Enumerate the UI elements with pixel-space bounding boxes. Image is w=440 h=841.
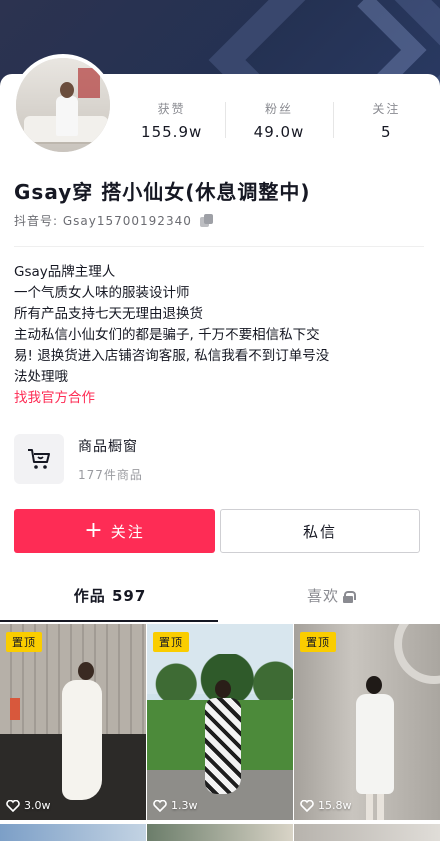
avatar[interactable] bbox=[12, 54, 114, 156]
bio-line: 一个气质女人味的服装设计师 bbox=[14, 285, 190, 301]
shop-title: 商品橱窗 bbox=[78, 438, 138, 455]
divider bbox=[14, 246, 424, 247]
follow-label: 关注 bbox=[110, 522, 145, 541]
shopping-cart-icon bbox=[14, 434, 64, 484]
shop-subtitle: 177件商品 bbox=[78, 467, 143, 482]
bio-line: 主动私信小仙女们的都是骗子, 千万不要相信私下交 bbox=[14, 327, 320, 343]
stat-value: 155.9w bbox=[141, 123, 203, 141]
stat-label: 粉丝 bbox=[264, 102, 293, 116]
heart-icon bbox=[300, 799, 314, 812]
profile-tabs: 作品 597 喜欢 bbox=[0, 574, 440, 622]
plus-icon: + bbox=[84, 518, 105, 543]
video-likes: 3.0w bbox=[6, 799, 51, 812]
tab-works-label: 作品 597 bbox=[73, 587, 147, 605]
pinned-badge: 置顶 bbox=[300, 632, 336, 652]
profile-page: 获赞 155.9w 粉丝 49.0w 关注 5 Gsay穿 搭小仙女(休息调整中… bbox=[0, 0, 440, 841]
video-tile-partial[interactable] bbox=[0, 824, 146, 841]
video-likes: 15.8w bbox=[300, 799, 352, 812]
shop-window[interactable]: 商品橱窗 177件商品 bbox=[14, 432, 314, 486]
douyin-id: 抖音号: Gsay15700192340 bbox=[14, 214, 192, 228]
douyin-id-row: 抖音号: Gsay15700192340 bbox=[14, 212, 214, 229]
tab-likes[interactable]: 喜欢 bbox=[220, 574, 440, 622]
likes-count: 1.3w bbox=[171, 799, 198, 812]
stat-value: 5 bbox=[381, 123, 392, 141]
video-thumbnail bbox=[0, 624, 146, 820]
follow-button[interactable]: + 关注 bbox=[14, 509, 215, 553]
profile-stats: 获赞 155.9w 粉丝 49.0w 关注 5 bbox=[118, 100, 440, 141]
video-grid: 置顶 3.0w 置顶 1.3w 置顶 15.8w bbox=[0, 624, 440, 841]
video-thumbnail bbox=[294, 624, 440, 820]
video-likes: 1.3w bbox=[153, 799, 198, 812]
message-button[interactable]: 私信 bbox=[220, 509, 420, 553]
video-tile[interactable]: 置顶 3.0w bbox=[0, 624, 146, 820]
stat-followers[interactable]: 粉丝 49.0w bbox=[225, 100, 332, 141]
cooperation-link[interactable]: 找我官方合作 bbox=[14, 388, 424, 409]
tab-likes-label: 喜欢 bbox=[306, 587, 339, 605]
stat-likes[interactable]: 获赞 155.9w bbox=[118, 100, 225, 141]
lock-icon bbox=[343, 590, 356, 603]
profile-name: Gsay穿 搭小仙女(休息调整中) bbox=[14, 180, 311, 204]
stat-value: 49.0w bbox=[253, 123, 305, 141]
bio-line: 所有产品支持七天无理由退换货 bbox=[14, 306, 203, 322]
stat-label: 获赞 bbox=[157, 102, 186, 116]
video-tile-partial[interactable] bbox=[147, 824, 293, 841]
likes-count: 15.8w bbox=[318, 799, 352, 812]
heart-icon bbox=[6, 799, 20, 812]
pinned-badge: 置顶 bbox=[153, 632, 189, 652]
video-tile-partial[interactable] bbox=[294, 824, 440, 841]
video-tile[interactable]: 置顶 15.8w bbox=[294, 624, 440, 820]
bio-line: Gsay品牌主理人 bbox=[14, 264, 116, 280]
copy-icon[interactable] bbox=[199, 213, 214, 228]
likes-count: 3.0w bbox=[24, 799, 51, 812]
video-thumbnail bbox=[147, 624, 293, 820]
tab-works[interactable]: 作品 597 bbox=[0, 574, 220, 622]
video-tile[interactable]: 置顶 1.3w bbox=[147, 624, 293, 820]
pinned-badge: 置顶 bbox=[6, 632, 42, 652]
active-tab-indicator bbox=[0, 620, 218, 622]
bio-line: 法处理哦 bbox=[14, 369, 68, 385]
stat-following[interactable]: 关注 5 bbox=[332, 100, 440, 141]
bio: Gsay品牌主理人 一个气质女人味的服装设计师 所有产品支持七天无理由退换货 主… bbox=[14, 262, 424, 409]
bio-line: 易! 退换货进入店铺咨询客服, 私信我看不到订单号没 bbox=[14, 348, 330, 364]
stat-label: 关注 bbox=[372, 102, 401, 116]
heart-icon bbox=[153, 799, 167, 812]
